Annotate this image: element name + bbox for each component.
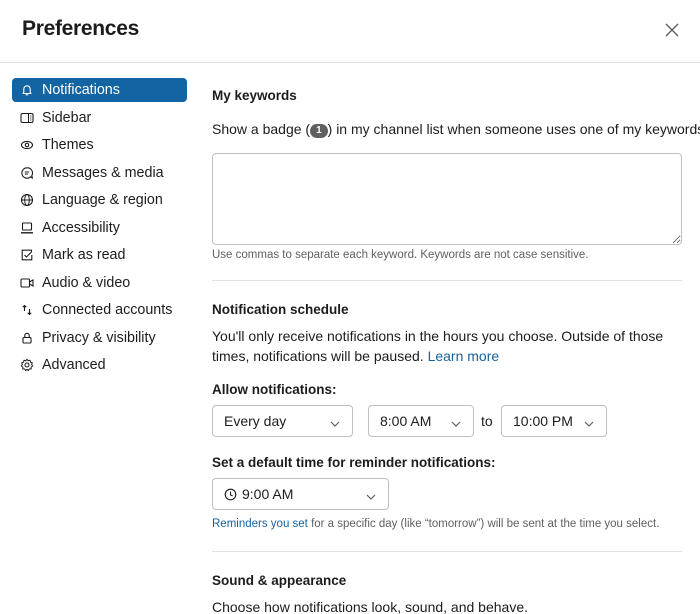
keywords-heading: My keywords [212,88,297,103]
keywords-hint: Use commas to separate each keyword. Key… [212,249,589,261]
sidebar-item-label: Connected accounts [42,302,173,318]
sidebar-item-advanced[interactable]: Advanced [12,353,187,377]
days-select[interactable]: Every day [212,405,353,437]
sidebar-item-label: Notifications [42,82,120,98]
sidebar-item-label: Accessibility [42,219,120,236]
start-time-value: 8:00 AM [380,413,432,429]
sidebar-item-connected-accounts[interactable]: Connected accounts [12,298,187,322]
to-label: to [481,413,493,429]
end-time-value: 10:00 PM [513,413,573,429]
sidebar-item-label: Privacy & visibility [42,329,156,346]
chevron-down-icon [583,416,595,427]
globe-icon [20,193,34,207]
keywords-description: Show a badge (1) in my channel list when… [212,119,700,139]
lock-icon [20,331,34,345]
sidebar-item-mark-as-read[interactable]: Mark as read [12,243,187,267]
keywords-desc-before: Show a badge ( [212,121,311,137]
start-time-select[interactable]: 8:00 AM [368,405,474,437]
sidebar-item-privacy-visibility[interactable]: Privacy & visibility [12,326,187,350]
checkbox-icon [20,248,34,262]
sidebar-icon [20,111,34,125]
sidebar-item-label: Mark as read [42,247,126,263]
sidebar-item-label: Themes [42,137,94,153]
keywords-input[interactable] [212,153,682,245]
sound-description: Choose how notifications look, sound, an… [212,599,528,614]
preferences-sidebar: Notifications Sidebar Themes Messages & … [12,78,187,381]
sidebar-item-language-region[interactable]: Language & region [12,188,187,212]
laptop-icon [20,221,34,235]
sound-heading: Sound & appearance [212,573,347,588]
section-divider [212,280,682,281]
sidebar-item-messages-media[interactable]: Messages & media [12,161,187,185]
allow-notifications-label: Allow notifications: [212,382,337,397]
sidebar-item-sidebar[interactable]: Sidebar [12,106,187,130]
sidebar-item-label: Sidebar [42,109,92,126]
chevron-down-icon [329,416,341,427]
section-divider [212,551,682,552]
bell-icon [20,83,34,97]
reminders-link[interactable]: Reminders you set [212,518,308,530]
schedule-heading: Notification schedule [212,302,349,317]
keywords-desc-after: ) in my channel list when someone uses o… [327,121,700,137]
chevron-down-icon [365,489,377,500]
close-icon [665,23,679,37]
sidebar-item-label: Audio & video [42,274,131,291]
gear-icon [20,358,34,372]
learn-more-link[interactable]: Learn more [428,348,500,364]
schedule-description: You'll only receive notifications in the… [212,326,682,366]
sidebar-item-label: Messages & media [42,164,164,181]
sidebar-item-audio-video[interactable]: Audio & video [12,271,187,295]
sidebar-item-label: Language & region [42,192,163,208]
sidebar-item-accessibility[interactable]: Accessibility [12,216,187,240]
end-time-select[interactable]: 10:00 PM [501,405,607,437]
arrows-icon [20,303,34,317]
sidebar-item-label: Advanced [42,357,106,373]
message-icon [20,166,34,180]
sidebar-item-themes[interactable]: Themes [12,133,187,157]
sidebar-item-notifications[interactable]: Notifications [12,78,187,102]
reminder-hint: Reminders you set for a specific day (li… [212,518,659,530]
close-button[interactable] [660,18,684,42]
reminder-label: Set a default time for reminder notifica… [212,455,496,470]
reminder-hint-text: for a specific day (like “tomorrow”) wil… [307,518,660,530]
clock-icon [224,488,237,501]
badge-example: 1 [310,124,328,138]
reminder-time-select[interactable]: 9:00 AM [212,478,389,510]
video-icon [20,276,34,290]
dialog-title: Preferences [22,17,139,40]
reminder-time-value: 9:00 AM [242,486,294,502]
dialog-header: Preferences [0,0,700,63]
chevron-down-icon [450,416,462,427]
days-select-value: Every day [224,413,287,429]
eye-icon [20,138,34,152]
